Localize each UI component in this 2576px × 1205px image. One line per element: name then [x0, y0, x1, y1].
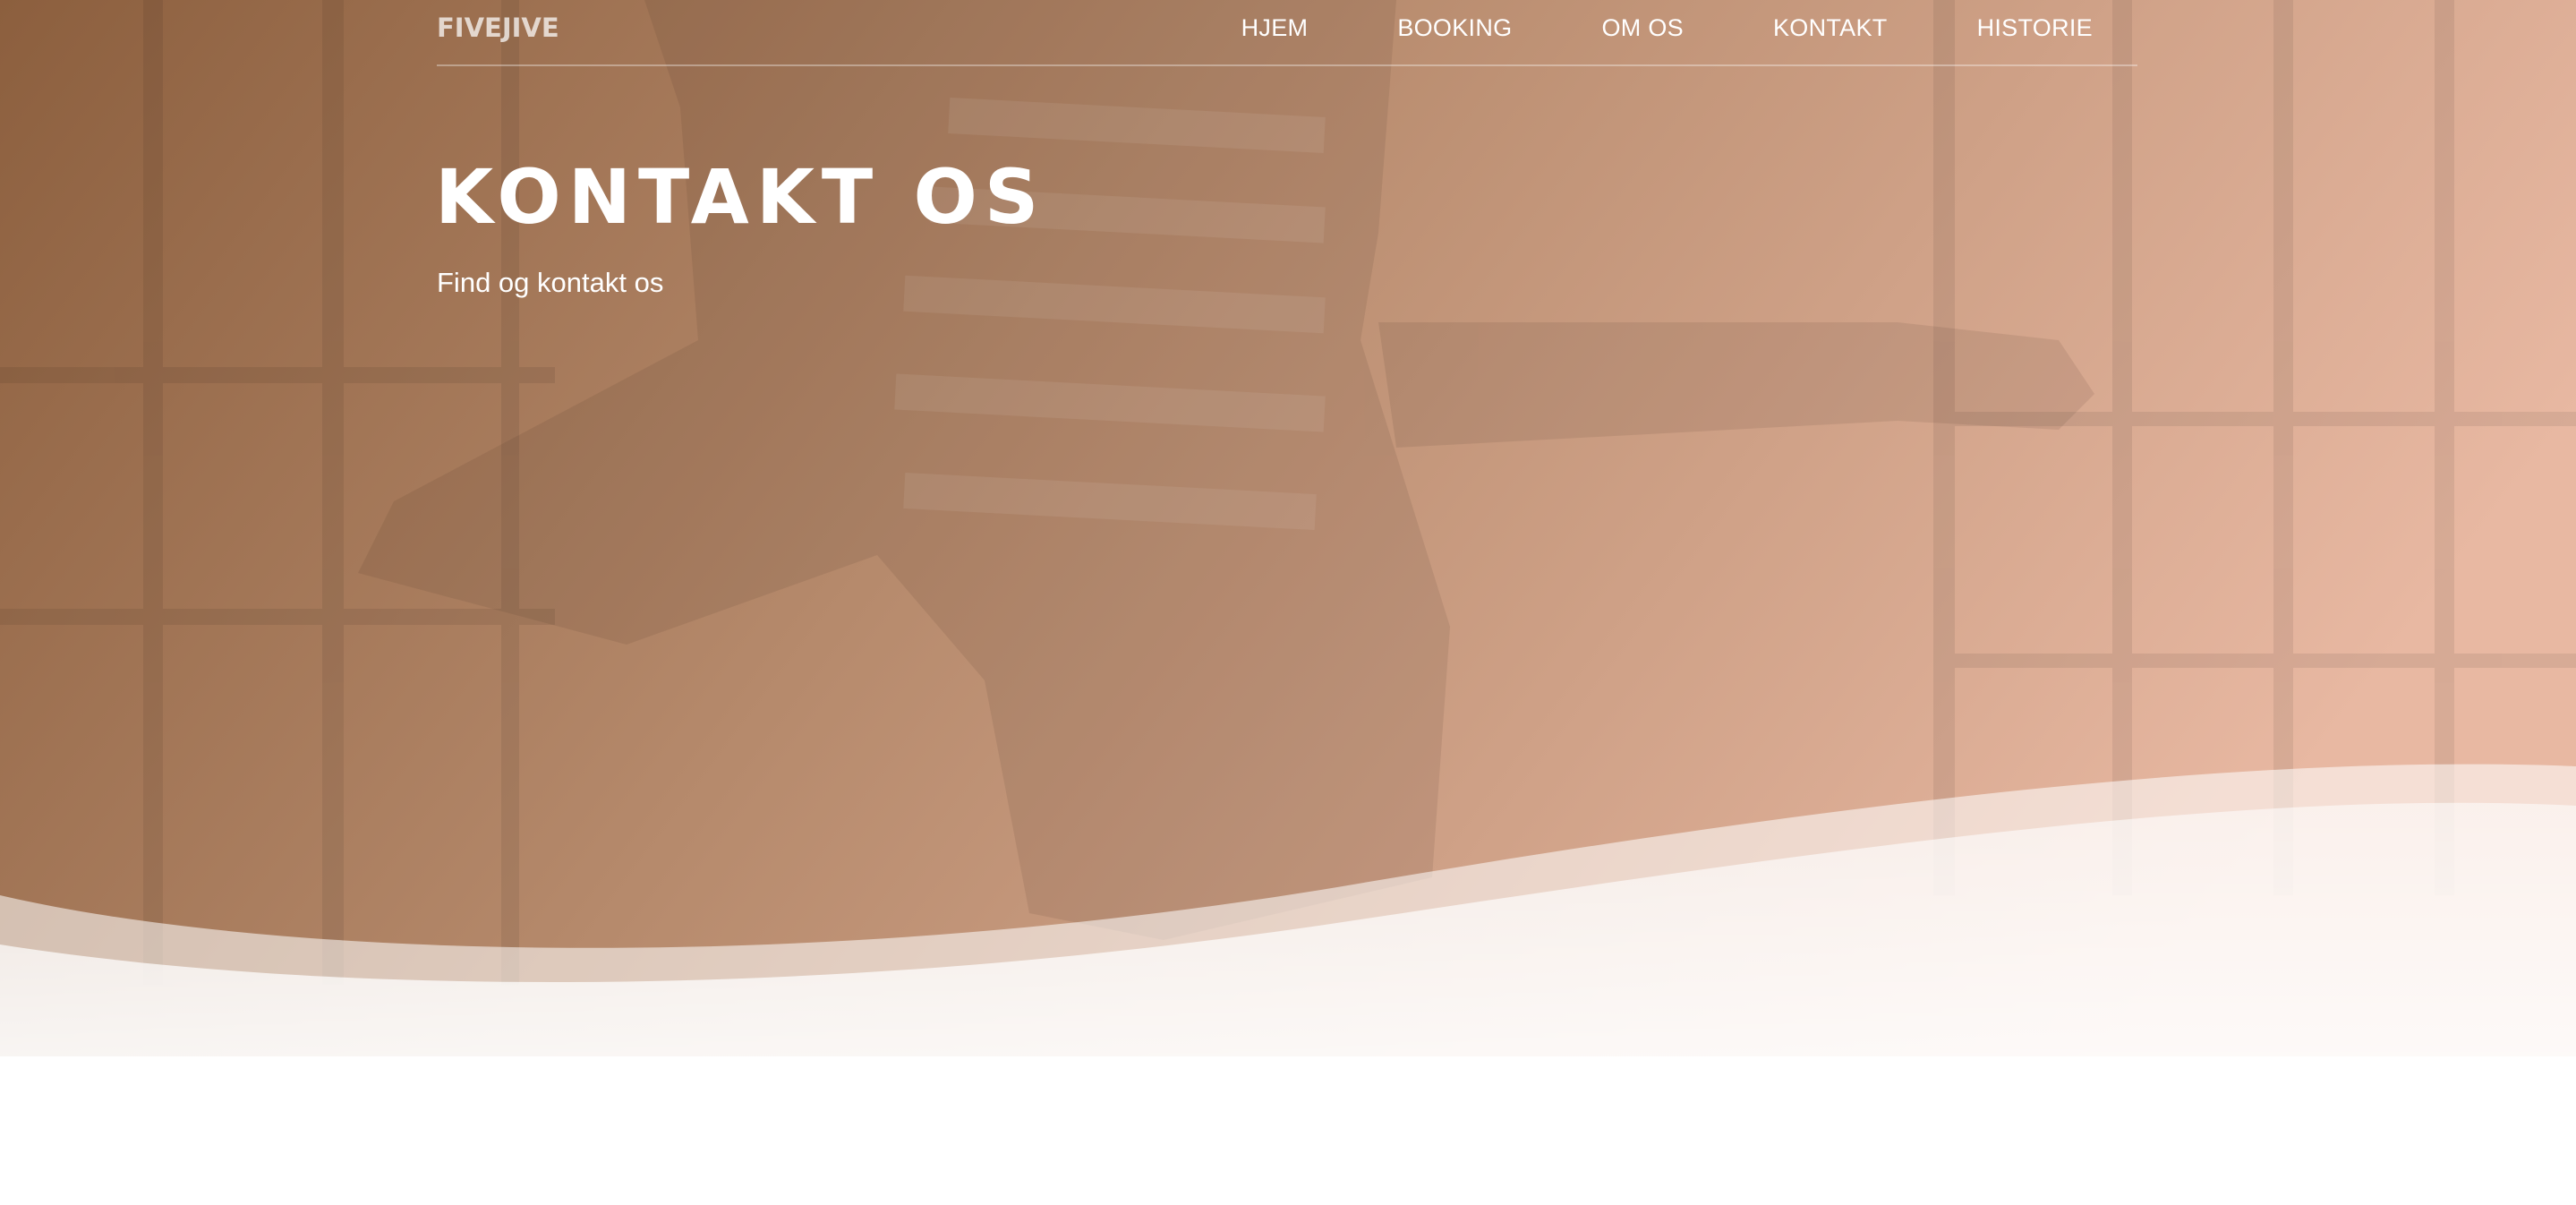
- nav-item-hjem[interactable]: HJEM: [1241, 14, 1309, 42]
- page-title: KONTAKT OS: [435, 153, 1046, 241]
- top-navbar: FIVEJIVE HJEM BOOKING OM OS KONTAKT HIST…: [437, 0, 2137, 66]
- brand-logo-link[interactable]: FIVEJIVE: [437, 13, 559, 43]
- nav-item-om-os[interactable]: OM OS: [1601, 14, 1684, 42]
- hero-background-image: [0, 0, 2576, 1205]
- nav-item-kontakt[interactable]: KONTAKT: [1773, 14, 1888, 42]
- page-subtitle: Find og kontakt os: [437, 267, 664, 298]
- nav-item-historie[interactable]: HISTORIE: [1977, 14, 2093, 42]
- hero-section: FIVEJIVE HJEM BOOKING OM OS KONTAKT HIST…: [0, 0, 2576, 1205]
- nav-item-booking[interactable]: BOOKING: [1397, 14, 1512, 42]
- nav-menu: HJEM BOOKING OM OS KONTAKT HISTORIE: [1241, 14, 2093, 42]
